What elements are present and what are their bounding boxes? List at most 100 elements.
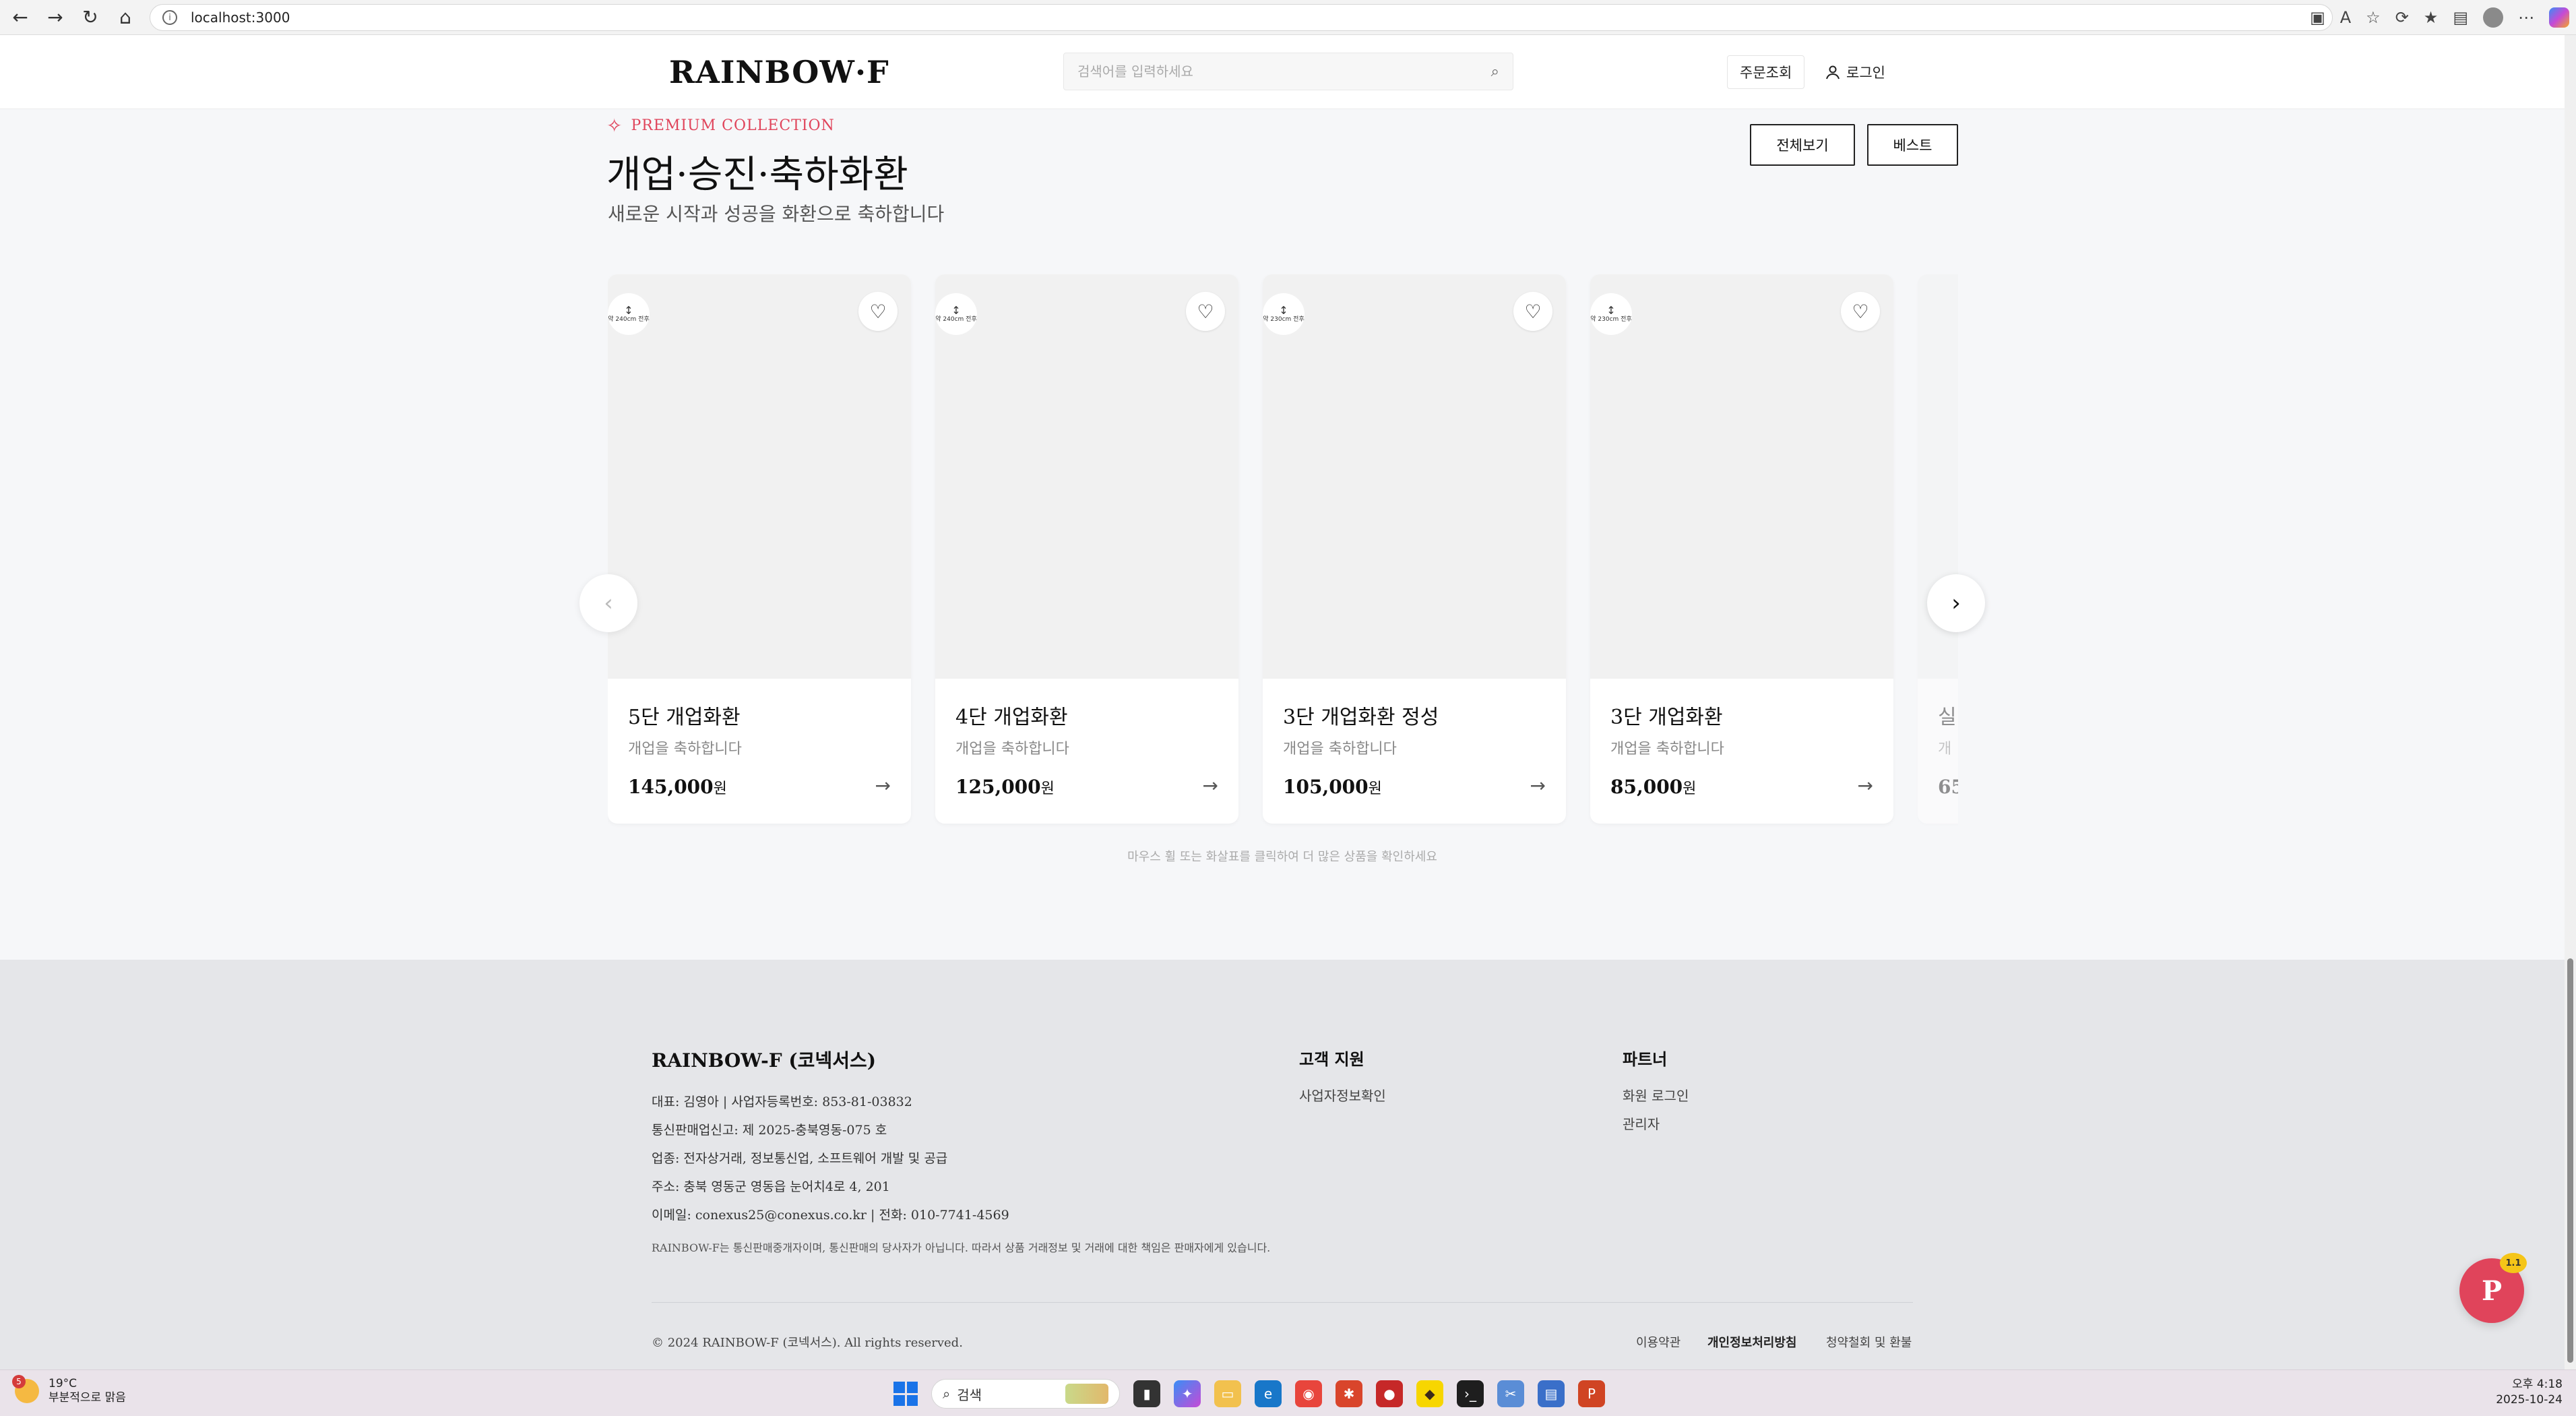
edge-browser-icon[interactable]: e <box>1255 1380 1282 1407</box>
height-icon: ↕ <box>1606 304 1616 317</box>
footer-link-refund[interactable]: 청약철회 및 환불 <box>1826 1333 1912 1351</box>
search-box: ⌕ <box>1063 53 1513 90</box>
product-price: 65 <box>1938 776 1958 798</box>
footer-brand: RAINBOW-F (코넥서스) <box>652 1049 876 1072</box>
extensions-icon[interactable]: ⟳ <box>2395 8 2409 27</box>
browser-actions: ▣ A ☆ ⟳ ★ ▤ ⋯ <box>2310 4 2569 31</box>
product-image[interactable] <box>935 274 1238 679</box>
footer-link-business-info[interactable]: 사업자정보확인 <box>1299 1085 1386 1105</box>
footer-info-line: 통신판매업신고: 제 2025-충북영동-075 호 <box>652 1123 887 1138</box>
collections-icon[interactable]: ▤ <box>2453 8 2468 27</box>
app-icon[interactable]: ✱ <box>1336 1380 1362 1407</box>
fab-badge: 1.1 <box>2500 1253 2527 1273</box>
arrow-right-icon[interactable]: → <box>1530 774 1546 797</box>
wishlist-heart-icon[interactable]: ♡ <box>858 292 898 331</box>
wishlist-heart-icon[interactable]: ♡ <box>1186 292 1225 331</box>
footer-link-terms[interactable]: 이용약관 <box>1636 1333 1680 1351</box>
site-logo[interactable]: RAINBOW·F <box>669 54 889 90</box>
split-screen-icon[interactable]: ▣ <box>2310 8 2325 27</box>
product-card[interactable]: ↕ 약 240cm 전후 ♡ 5단 개업화환 개업을 축하합니다 145,000원 → <box>608 274 911 824</box>
site-header: RAINBOW·F ⌕ 주문조회 로그인 <box>0 35 2565 109</box>
footer-link-admin[interactable]: 관리자 <box>1623 1113 1660 1133</box>
taskbar-clock[interactable]: 오후 4:18 2025-10-24 <box>2496 1377 2563 1408</box>
copilot-icon[interactable] <box>2549 7 2569 28</box>
favorites-icon[interactable]: ★ <box>2424 8 2439 27</box>
profile-avatar[interactable] <box>2483 7 2503 28</box>
page-viewport: RAINBOW·F ⌕ 주문조회 로그인 ✧ PREMIUM COLLECTIO… <box>0 35 2565 1369</box>
chevron-left-icon: ‹ <box>604 590 613 617</box>
price-value: 145,000 <box>628 776 714 798</box>
product-image[interactable] <box>608 274 911 679</box>
footer-copyright: © 2024 RAINBOW-F (코넥서스). All rights rese… <box>652 1336 963 1350</box>
arrow-right-icon[interactable]: → <box>875 774 891 797</box>
forward-icon[interactable]: → <box>40 3 70 32</box>
notepad-icon[interactable]: ▤ <box>1538 1380 1565 1407</box>
product-description: 개 <box>1938 741 1952 758</box>
task-view-icon[interactable]: ▮ <box>1133 1380 1160 1407</box>
home-icon[interactable]: ⌂ <box>111 3 140 32</box>
footer-info-line: 이메일: conexus25@conexus.co.kr | 전화: 010-7… <box>652 1208 1009 1223</box>
product-card[interactable]: ↕ 약 240cm 전후 ♡ 4단 개업화환 개업을 축하합니다 125,000원 → <box>935 274 1238 824</box>
product-image[interactable] <box>1590 274 1893 679</box>
price-value: 105,000 <box>1283 776 1369 798</box>
taskbar-search[interactable]: ⌕ 검색 <box>931 1379 1120 1409</box>
weather-widget[interactable]: 5 19°C 부분적으로 맑음 <box>12 1375 126 1406</box>
product-name: 3단 개업화환 <box>1610 706 1723 729</box>
scrollbar-thumb[interactable] <box>2567 958 2573 1363</box>
price-currency: 원 <box>1368 780 1382 797</box>
product-card[interactable]: 실 개 65 <box>1918 274 1958 824</box>
kakaotalk-icon[interactable]: ◆ <box>1416 1380 1443 1407</box>
size-badge-text: 약 240cm 전후 <box>935 315 977 323</box>
product-name: 실 <box>1938 706 1957 729</box>
order-lookup-button[interactable]: 주문조회 <box>1727 55 1805 89</box>
size-badge-text: 약 230cm 전후 <box>1590 315 1632 323</box>
wishlist-heart-icon[interactable]: ♡ <box>1841 292 1880 331</box>
windows-start-icon[interactable] <box>893 1382 918 1406</box>
weather-badge: 5 <box>12 1375 26 1389</box>
weather-condition: 부분적으로 맑음 <box>49 1391 126 1405</box>
chrome-browser-icon[interactable]: ◉ <box>1295 1380 1322 1407</box>
arrow-right-icon[interactable]: → <box>1203 774 1218 797</box>
product-price: 105,000원 <box>1283 776 1382 798</box>
best-button[interactable]: 베스트 <box>1867 124 1958 166</box>
refresh-icon[interactable]: ↻ <box>75 3 105 32</box>
back-icon[interactable]: ← <box>5 3 35 32</box>
footer-link-privacy[interactable]: 개인정보처리방침 <box>1707 1333 1796 1351</box>
footer-info-line: 대표: 김영아 | 사업자등록번호: 853-81-03832 <box>652 1095 912 1109</box>
file-explorer-icon[interactable]: ▭ <box>1214 1380 1241 1407</box>
site-info-icon[interactable]: i <box>162 10 177 25</box>
footer-info-line: 업종: 전자상거래, 정보통신업, 소프트웨어 개발 및 공급 <box>652 1151 948 1166</box>
taskbar-apps: ⌕ 검색 ▮ ✦ ▭ e ◉ ✱ ● ◆ ›_ ✂ ▤ P <box>893 1377 1605 1411</box>
address-bar[interactable]: i localhost:3000 <box>150 4 2333 31</box>
product-card[interactable]: ↕ 약 230cm 전후 ♡ 3단 개업화환 개업을 축하합니다 85,000원 → <box>1590 274 1893 824</box>
terminal-icon[interactable]: ›_ <box>1457 1380 1484 1407</box>
carousel-prev-button[interactable]: ‹ <box>579 574 637 632</box>
more-menu-icon[interactable]: ⋯ <box>2518 8 2534 27</box>
read-aloud-icon[interactable]: A <box>2340 8 2351 27</box>
size-badge-text: 약 240cm 전후 <box>608 315 650 323</box>
app-icon[interactable]: ● <box>1376 1380 1403 1407</box>
copilot-app-icon[interactable]: ✦ <box>1174 1380 1201 1407</box>
wishlist-heart-icon[interactable]: ♡ <box>1513 292 1552 331</box>
powerpoint-icon[interactable]: P <box>1578 1380 1605 1407</box>
height-icon: ↕ <box>951 304 961 317</box>
search-icon[interactable]: ⌕ <box>1491 63 1499 80</box>
product-carousel[interactable]: ↕ 약 240cm 전후 ♡ 5단 개업화환 개업을 축하합니다 145,000원 → ↕ 약 … <box>608 274 1958 861</box>
footer-link-florist-login[interactable]: 화원 로그인 <box>1623 1085 1689 1105</box>
address-text: localhost:3000 <box>191 9 290 26</box>
snipping-tool-icon[interactable]: ✂ <box>1497 1380 1524 1407</box>
arrow-right-icon[interactable]: → <box>1858 774 1873 797</box>
product-image[interactable] <box>1263 274 1566 679</box>
floating-chat-button[interactable]: P 1.1 <box>2459 1253 2527 1323</box>
size-badge: ↕ 약 230cm 전후 <box>1263 293 1305 335</box>
section-title: 개업·승진·축하화환 <box>606 153 908 197</box>
favorite-star-icon[interactable]: ☆ <box>2366 8 2381 27</box>
price-value: 85,000 <box>1610 776 1683 798</box>
view-all-button[interactable]: 전체보기 <box>1750 124 1855 166</box>
carousel-hint: 마우스 휠 또는 화살표를 클릭하여 더 많은 상품을 확인하세요 <box>1127 850 1437 864</box>
carousel-next-button[interactable]: › <box>1927 574 1985 632</box>
page-scrollbar[interactable] <box>2565 35 2576 1369</box>
product-card[interactable]: ↕ 약 230cm 전후 ♡ 3단 개업화환 정성 개업을 축하합니다 105,000원 → <box>1263 274 1566 824</box>
search-input[interactable] <box>1077 63 1491 80</box>
login-button[interactable]: 로그인 <box>1825 55 1885 89</box>
